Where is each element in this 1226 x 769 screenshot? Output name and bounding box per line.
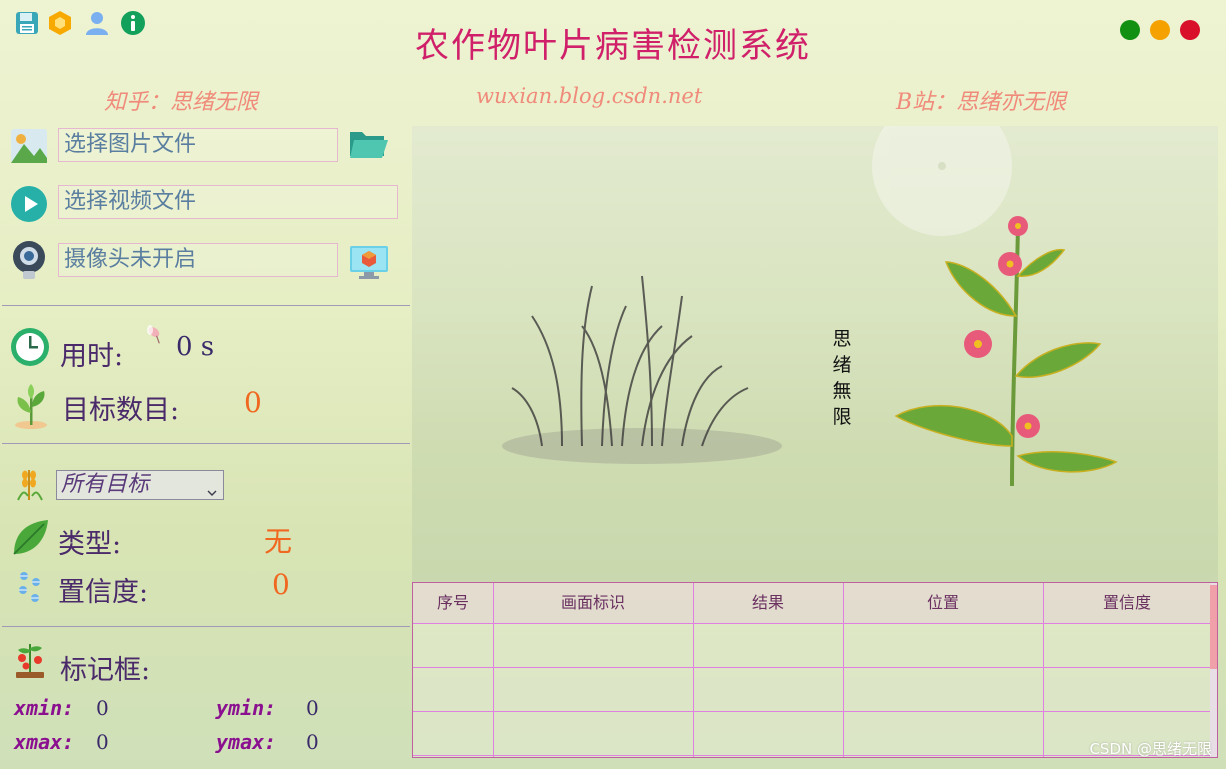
column-header-frame[interactable]: 画面标识: [493, 583, 693, 623]
time-label: 用时:: [60, 341, 124, 372]
xmin-value: 0: [96, 696, 109, 720]
grid-line: [413, 623, 1211, 624]
table-header: 序号 画面标识 结果 位置 置信度: [413, 583, 1211, 623]
play-icon[interactable]: [10, 185, 48, 223]
target-filter-value: 所有目标: [61, 472, 150, 497]
table-scrollbar[interactable]: [1210, 583, 1217, 757]
divider: [2, 443, 410, 444]
ymin-value: 0: [306, 696, 319, 720]
snowflake-icon: [14, 568, 46, 606]
count-label: 目标数目:: [62, 395, 180, 426]
xmax-value: 0: [96, 730, 109, 754]
window-close-button[interactable]: [1180, 20, 1200, 40]
webcam-icon[interactable]: [10, 240, 48, 280]
placeholder-artwork: [502, 126, 1118, 487]
column-header-confidence[interactable]: 置信度: [1043, 583, 1211, 623]
zhihu-credit: 知乎：思绪无限: [104, 90, 259, 115]
column-header-result[interactable]: 结果: [693, 583, 843, 623]
time-value: 0 s: [176, 332, 215, 362]
table-row: [413, 667, 1211, 668]
tomato-plant-icon: [12, 640, 48, 680]
grid-line: [693, 583, 694, 757]
sprout-icon: [12, 383, 50, 429]
clock-icon: [10, 327, 50, 367]
folder-open-icon[interactable]: [348, 128, 390, 160]
wheat-icon: [12, 466, 48, 502]
confidence-value: 0: [272, 568, 290, 601]
image-caption-char: 思: [832, 328, 852, 350]
ymin-label: ymin:: [216, 696, 277, 720]
page-title: 农作物叶片病害检测系统: [415, 26, 811, 66]
blog-credit: wuxian.blog.csdn.net: [476, 84, 703, 108]
grid-line: [1043, 583, 1044, 757]
table-scrollbar-thumb[interactable]: [1210, 585, 1217, 669]
image-caption: 思 绪 無 限: [830, 326, 854, 430]
grid-line: [493, 583, 494, 757]
image-caption-char: 無: [832, 380, 852, 402]
xmax-label: xmax:: [14, 730, 75, 754]
ymax-label: ymax:: [216, 730, 277, 754]
type-value: 无: [264, 525, 293, 558]
image-file-input[interactable]: 选择图片文件: [58, 128, 338, 162]
watermark: CSDN @思绪无限: [1089, 740, 1212, 758]
results-table[interactable]: 序号 画面标识 结果 位置 置信度: [412, 582, 1218, 758]
image-caption-char: 绪: [832, 354, 852, 376]
divider: [2, 305, 410, 306]
image-icon[interactable]: [10, 128, 48, 164]
bilibili-credit: B站：思绪亦无限: [896, 90, 1067, 115]
leaf-icon: [10, 518, 50, 558]
count-value: 0: [244, 386, 262, 419]
monitor-cube-icon[interactable]: [348, 244, 390, 280]
column-header-index[interactable]: 序号: [413, 583, 493, 623]
video-file-input[interactable]: 选择视频文件: [58, 185, 398, 219]
ymax-value: 0: [306, 730, 319, 754]
camera-status-input[interactable]: 摄像头未开启: [58, 243, 338, 277]
image-caption-char: 限: [832, 406, 852, 428]
bbox-label: 标记框:: [60, 655, 151, 686]
bug-icon: [140, 322, 164, 346]
chevron-down-icon: [207, 478, 217, 496]
image-display: 思 绪 無 限: [412, 126, 1218, 582]
column-header-location[interactable]: 位置: [843, 583, 1043, 623]
confidence-label: 置信度:: [58, 577, 149, 608]
xmin-label: xmin:: [14, 696, 75, 720]
target-filter-select[interactable]: 所有目标: [56, 470, 224, 500]
window-minimize-button[interactable]: [1120, 20, 1140, 40]
window-maximize-button[interactable]: [1150, 20, 1170, 40]
table-row: [413, 711, 1211, 712]
divider: [2, 626, 410, 627]
type-label: 类型:: [58, 529, 122, 560]
grid-line: [843, 583, 844, 757]
